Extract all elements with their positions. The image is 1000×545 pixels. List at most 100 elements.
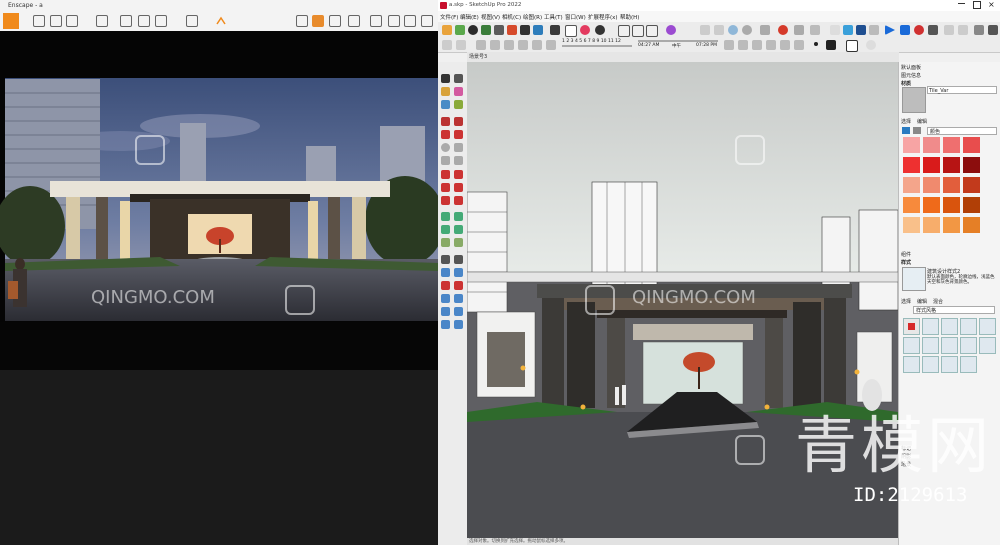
- materials-tab-edit[interactable]: 编辑: [917, 118, 927, 125]
- paint-icon[interactable]: [441, 87, 450, 96]
- 3d-text-icon[interactable]: [454, 238, 463, 247]
- color-swatch[interactable]: [963, 217, 980, 233]
- color-swatch[interactable]: [903, 157, 920, 173]
- menu-draw[interactable]: 绘图(R): [523, 13, 542, 21]
- axes-icon[interactable]: [441, 238, 450, 247]
- scene-tab[interactable]: 场景号3: [469, 53, 487, 60]
- color-swatch[interactable]: [923, 217, 940, 233]
- scene-icon[interactable]: [760, 25, 770, 35]
- hidden-line-icon[interactable]: [752, 40, 762, 50]
- style-thumb-2[interactable]: [922, 318, 939, 335]
- look-icon[interactable]: [454, 294, 463, 303]
- previous-view-icon[interactable]: [454, 281, 463, 290]
- camera-icon[interactable]: [33, 15, 45, 27]
- style-thumb-1[interactable]: [903, 318, 920, 335]
- materials-tab-select[interactable]: 选择: [901, 118, 911, 125]
- color-swatch[interactable]: [943, 197, 960, 213]
- video-icon[interactable]: [155, 15, 167, 27]
- report-icon[interactable]: [618, 25, 630, 37]
- lasso-icon[interactable]: [454, 74, 463, 83]
- add-icon[interactable]: [468, 25, 478, 35]
- screenshot-icon[interactable]: [120, 15, 132, 27]
- warehouse-icon[interactable]: [494, 25, 504, 35]
- freehand-icon[interactable]: [454, 117, 463, 126]
- style-thumb-14[interactable]: [960, 356, 977, 373]
- gear-icon[interactable]: [742, 25, 752, 35]
- style-thumb-3[interactable]: [941, 318, 958, 335]
- paste-icon[interactable]: [632, 25, 644, 37]
- atmosphere-icon[interactable]: [370, 15, 382, 27]
- minimize-icon[interactable]: [958, 3, 965, 4]
- rotate-icon[interactable]: [441, 183, 450, 192]
- style-builder-icon[interactable]: [550, 25, 560, 35]
- offset-icon[interactable]: [454, 196, 463, 205]
- scale-icon[interactable]: [441, 196, 450, 205]
- left-view-icon[interactable]: [546, 40, 556, 50]
- tape-measure-icon[interactable]: [441, 212, 450, 221]
- style-thumb-5[interactable]: [979, 318, 996, 335]
- entity-info-header[interactable]: 图元信息: [901, 72, 921, 79]
- color-swatch[interactable]: [963, 137, 980, 153]
- text-icon[interactable]: [454, 225, 463, 234]
- protractor-icon[interactable]: [441, 225, 450, 234]
- line-icon[interactable]: [441, 117, 450, 126]
- style-thumb-7[interactable]: [922, 337, 939, 354]
- position-camera-icon[interactable]: [441, 294, 450, 303]
- color-swatch[interactable]: [943, 217, 960, 233]
- menu-help[interactable]: 帮助(H): [620, 13, 639, 21]
- color-swatch[interactable]: [923, 157, 940, 173]
- building-icon[interactable]: [96, 15, 108, 27]
- arc-icon[interactable]: [441, 156, 450, 165]
- eraser-icon[interactable]: [454, 87, 463, 96]
- menu-view[interactable]: 视图(V): [481, 13, 500, 21]
- tree-icon[interactable]: [481, 25, 491, 35]
- pause-icon[interactable]: [900, 25, 910, 35]
- time-slider[interactable]: [638, 40, 718, 42]
- rotated-rect-icon[interactable]: [454, 130, 463, 139]
- enscape-render-view[interactable]: [0, 31, 438, 331]
- look-around-icon[interactable]: [869, 25, 879, 35]
- pan-icon[interactable]: [856, 25, 866, 35]
- material-name-field[interactable]: Tile_Var: [927, 86, 997, 94]
- color-swatch[interactable]: [903, 137, 920, 153]
- materials-header[interactable]: 材质: [901, 80, 911, 87]
- section-cut-icon[interactable]: [454, 320, 463, 329]
- color-swatch[interactable]: [903, 177, 920, 193]
- menu-extensions[interactable]: 扩展程序(x): [588, 13, 618, 21]
- walk-icon[interactable]: [441, 307, 450, 316]
- color-swatch[interactable]: [943, 177, 960, 193]
- styles-header[interactable]: 样式: [901, 259, 911, 266]
- layout-icon[interactable]: [533, 25, 543, 35]
- asset-library-icon[interactable]: [296, 15, 308, 27]
- wireframe-icon[interactable]: [738, 40, 748, 50]
- color-swatch[interactable]: [963, 197, 980, 213]
- export-icon[interactable]: [312, 15, 324, 27]
- pie-icon[interactable]: [454, 156, 463, 165]
- play-icon[interactable]: [885, 25, 895, 35]
- back-icon[interactable]: [913, 127, 921, 134]
- zoom-window-icon[interactable]: [454, 268, 463, 277]
- menu-tools[interactable]: 工具(T): [544, 13, 563, 21]
- display-section-icon[interactable]: [441, 320, 450, 329]
- rectangle-icon[interactable]: [441, 130, 450, 139]
- sun-icon[interactable]: [778, 25, 788, 35]
- tape-icon[interactable]: [441, 100, 450, 109]
- followme-icon[interactable]: [454, 183, 463, 192]
- shape-icon[interactable]: [442, 40, 452, 50]
- ruby-icon[interactable]: [580, 25, 590, 35]
- views-icon[interactable]: [329, 15, 341, 27]
- menu-window[interactable]: 窗口(W): [565, 13, 586, 21]
- circle-icon[interactable]: [441, 143, 450, 152]
- maximize-icon[interactable]: [973, 1, 981, 9]
- walk-icon[interactable]: [843, 25, 853, 35]
- orbit-icon[interactable]: [441, 255, 450, 264]
- box-icon[interactable]: [826, 40, 836, 50]
- home-icon[interactable]: [646, 25, 658, 37]
- section-plane-icon[interactable]: [454, 307, 463, 316]
- settings-icon[interactable]: [958, 25, 968, 35]
- cursor-icon[interactable]: [216, 15, 226, 25]
- color-swatch[interactable]: [943, 137, 960, 153]
- zoom-extents-icon[interactable]: [441, 281, 450, 290]
- color-swatch[interactable]: [963, 157, 980, 173]
- pushpull-icon[interactable]: [454, 170, 463, 179]
